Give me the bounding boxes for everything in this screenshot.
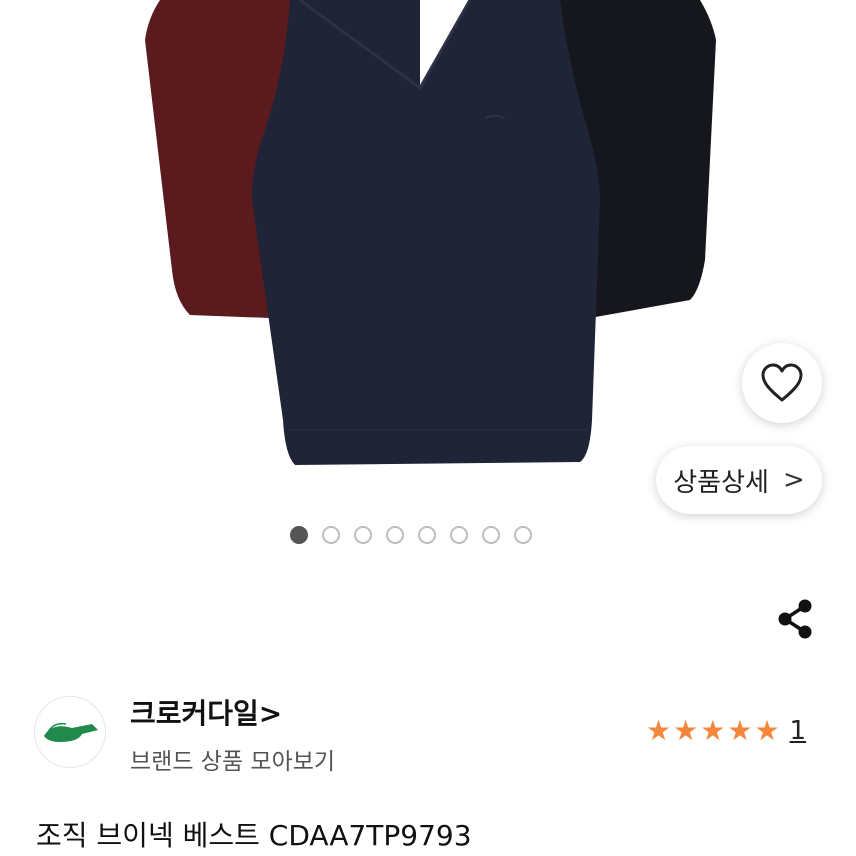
- brand-logo[interactable]: [34, 696, 106, 768]
- star-icon: ★: [673, 714, 699, 747]
- star-icon: ★: [727, 714, 753, 747]
- product-photo-vests: [145, 0, 716, 465]
- crocodile-logo-icon: [44, 722, 98, 742]
- share-button[interactable]: [772, 596, 818, 642]
- star-icon: ★: [700, 714, 726, 747]
- wish-button[interactable]: [742, 343, 822, 423]
- navy-vest: [252, 0, 600, 465]
- brand-name-link[interactable]: 크로커다일>: [130, 692, 282, 732]
- product-image[interactable]: [0, 0, 856, 520]
- pagination-dot[interactable]: [482, 526, 500, 544]
- pagination-dot[interactable]: [322, 526, 340, 544]
- product-detail-button[interactable]: 상품상세 >: [656, 446, 822, 514]
- share-icon: [778, 599, 812, 639]
- image-pagination: [290, 526, 532, 544]
- pagination-dot[interactable]: [450, 526, 468, 544]
- chevron-right-icon: >: [782, 465, 805, 495]
- pagination-dot[interactable]: [354, 526, 372, 544]
- heart-outline-icon: [761, 363, 803, 402]
- pagination-dot[interactable]: [418, 526, 436, 544]
- pagination-dot[interactable]: [290, 526, 308, 544]
- review-count-link[interactable]: 1: [790, 716, 807, 746]
- brand-products-link[interactable]: 브랜드 상품 모아보기: [130, 742, 335, 776]
- product-detail-label: 상품상세: [673, 467, 769, 498]
- product-title: 조직 브이넥 베스트 CDAA7TP9793: [36, 819, 472, 852]
- pagination-dot[interactable]: [386, 526, 404, 544]
- rating: ★ ★ ★ ★ ★ 1: [646, 716, 806, 746]
- pagination-dot[interactable]: [514, 526, 532, 544]
- star-icon: ★: [646, 714, 672, 747]
- star-icon: ★: [754, 714, 780, 747]
